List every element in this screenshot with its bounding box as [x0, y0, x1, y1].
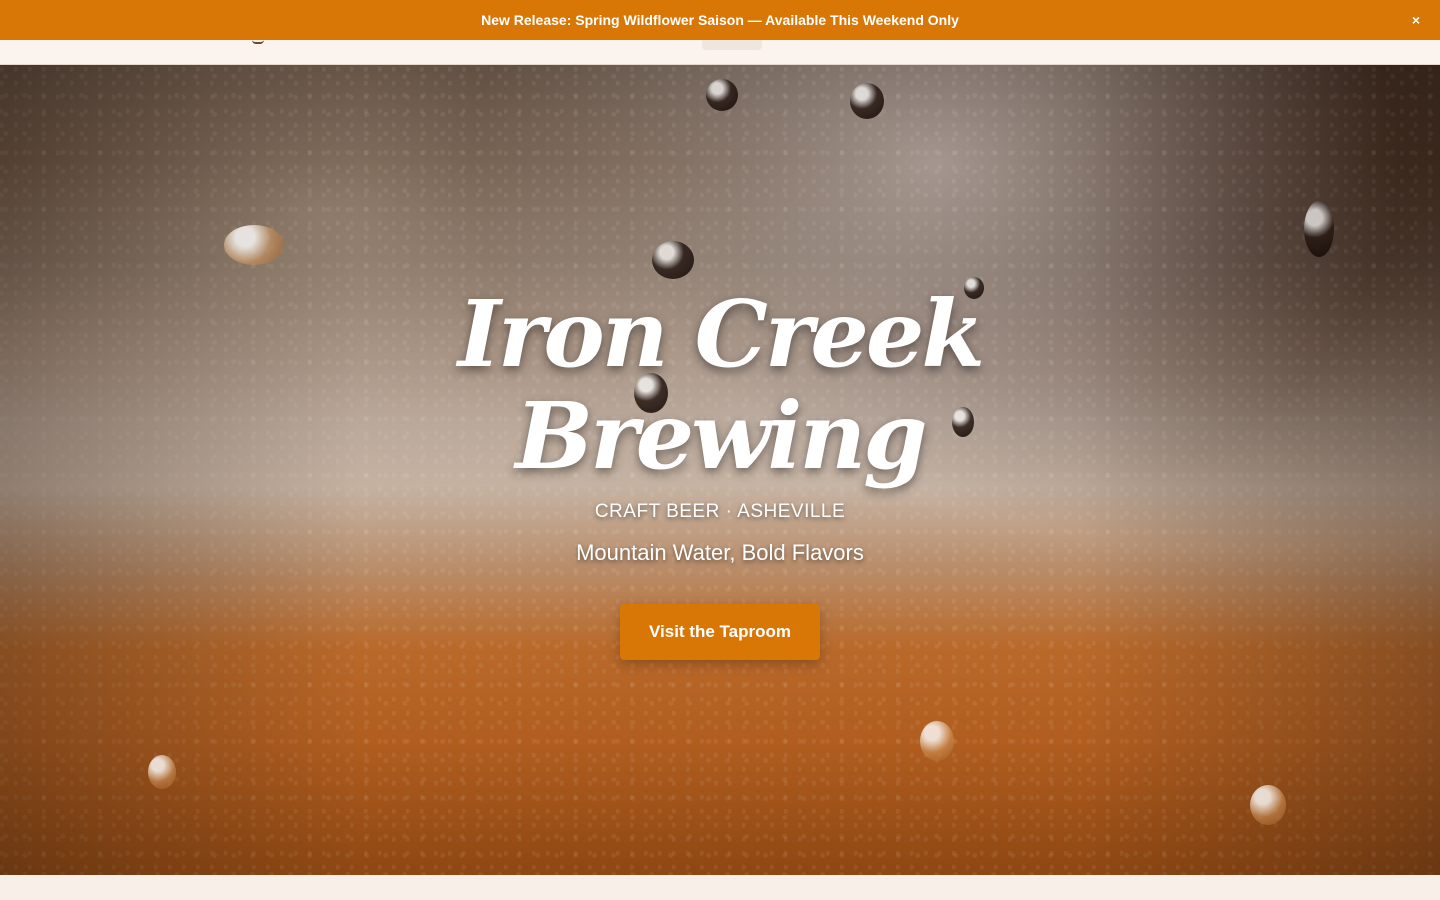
- logo-icon[interactable]: [252, 40, 264, 44]
- hero-title-line-2: Brewing: [515, 382, 927, 490]
- hero-section: Iron Creek Brewing CRAFT BEER · ASHEVILL…: [0, 65, 1440, 875]
- next-section: [0, 875, 1440, 900]
- hero-title: Iron Creek Brewing: [0, 283, 1440, 487]
- nav-menu-button[interactable]: [702, 40, 762, 50]
- visit-taproom-button[interactable]: Visit the Taproom: [620, 604, 820, 660]
- hero-content: Iron Creek Brewing CRAFT BEER · ASHEVILL…: [0, 65, 1440, 875]
- hero-tagline: CRAFT BEER · ASHEVILLE: [594, 501, 846, 522]
- site-header: [0, 40, 1440, 65]
- announcement-bar: New Release: Spring Wildflower Saison — …: [0, 0, 1440, 40]
- hero-subtitle: Mountain Water, Bold Flavors: [576, 540, 864, 565]
- close-icon[interactable]: ×: [1406, 10, 1426, 30]
- hero-title-line-1: Iron Creek: [457, 280, 985, 388]
- announcement-text: New Release: Spring Wildflower Saison — …: [481, 12, 959, 28]
